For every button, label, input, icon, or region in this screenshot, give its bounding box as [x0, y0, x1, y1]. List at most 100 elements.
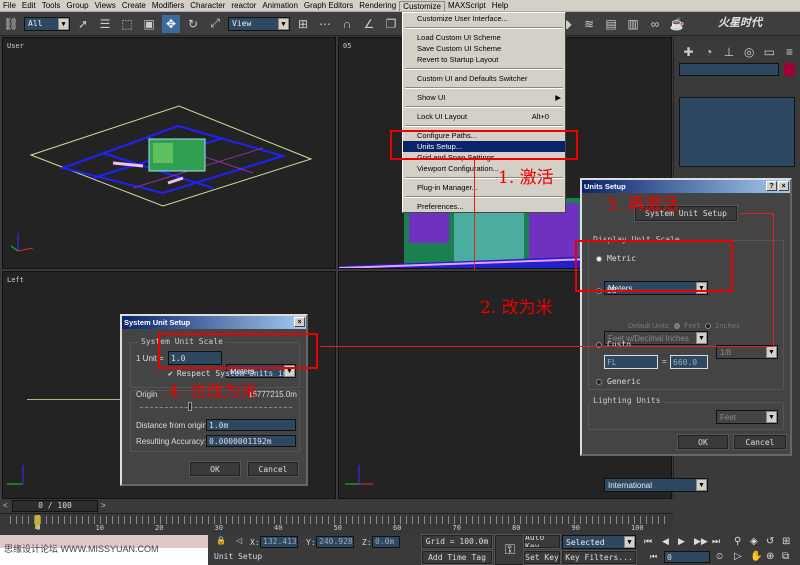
next-key-icon[interactable]: ▶▶ — [694, 536, 708, 547]
maximize-viewport-icon[interactable]: ⧉ — [782, 551, 789, 562]
modify-icon[interactable]: ◔ — [700, 43, 717, 61]
custom-name-field[interactable]: FL — [604, 355, 658, 369]
goto-start-icon[interactable]: ⏮ — [644, 536, 652, 547]
menu-file[interactable]: File — [0, 1, 19, 10]
select-object-icon[interactable]: ➚ — [74, 15, 92, 33]
modifier-stack[interactable] — [679, 97, 795, 167]
auto-key-button[interactable]: Auto Key — [523, 534, 561, 549]
y-coord-field[interactable]: 240.928m — [316, 536, 354, 548]
frame-display[interactable]: 0 / 100 — [12, 500, 98, 512]
x-coord-field[interactable]: 132.413m — [260, 536, 298, 548]
chevron-down-icon[interactable]: ▼ — [696, 479, 707, 491]
schematic-icon[interactable]: ▥ — [624, 15, 642, 33]
origin-slider-handle[interactable] — [188, 402, 192, 411]
zoom-extents-icon[interactable]: ⊞ — [782, 536, 790, 547]
inches-radio[interactable] — [704, 323, 711, 329]
feet-radio[interactable] — [674, 323, 681, 329]
menu-maxscript[interactable]: MAXScript — [445, 1, 489, 10]
menu-views[interactable]: Views — [92, 1, 119, 10]
menu-help[interactable]: Help — [489, 1, 511, 10]
key-filters-button[interactable]: Key Filters... — [561, 550, 637, 565]
scale-icon[interactable]: ⤢ — [206, 15, 224, 33]
object-name-field[interactable] — [679, 63, 779, 76]
time-config-icon[interactable]: ⏲ — [716, 551, 723, 562]
menu-customize[interactable]: Customize — [399, 0, 445, 11]
key-selection-dropdown[interactable]: Selected ▼ — [562, 535, 636, 549]
menu-rendering[interactable]: Rendering — [356, 1, 399, 10]
help-icon[interactable]: ? — [766, 181, 777, 191]
chevron-down-icon[interactable]: ▼ — [624, 536, 635, 548]
close-icon[interactable]: × — [778, 181, 789, 191]
orbit-icon[interactable]: ⊕ — [766, 551, 774, 562]
select-by-name-icon[interactable]: ☰ — [96, 15, 114, 33]
pivot-icon[interactable]: ⊞ — [294, 15, 312, 33]
motion-icon[interactable]: ◎ — [741, 43, 758, 61]
menu-item-lock-ui-layout[interactable]: Lock UI Layout Alt+0 — [403, 111, 565, 122]
us-fraction-dropdown[interactable]: 1/8 ▼ — [716, 345, 778, 359]
spinner-snap-icon[interactable]: ⋯ — [316, 15, 334, 33]
fov-icon[interactable]: ▷ — [734, 551, 742, 562]
prev-frame-button[interactable]: < — [3, 501, 8, 510]
menu-edit[interactable]: Edit — [19, 1, 39, 10]
lock-icon[interactable]: 🔒 — [216, 536, 226, 545]
menu-item-revert-to-startup-layout[interactable]: Revert to Startup Layout — [403, 54, 565, 65]
angle-snap-icon[interactable]: ∠ — [360, 15, 378, 33]
key-mode-icon[interactable]: ⏮ — [650, 552, 657, 562]
named-selection-icon[interactable]: ❐ — [382, 15, 400, 33]
layer-icon[interactable]: ≋ — [580, 15, 598, 33]
chevron-down-icon[interactable]: ▼ — [278, 17, 289, 30]
utilities-icon[interactable]: ≡ — [781, 43, 798, 61]
lighting-unit-dropdown[interactable]: International ▼ — [604, 478, 708, 492]
menu-item-save-custom-ui-scheme[interactable]: Save Custom UI Scheme — [403, 43, 565, 54]
custom-radio[interactable]: Custo — [596, 340, 631, 349]
move-icon[interactable]: ✥ — [162, 14, 180, 33]
ref-coord-dropdown[interactable]: View ▼ — [228, 16, 290, 31]
z-coord-field[interactable]: 0.0m — [372, 536, 400, 548]
zoom-all-icon[interactable]: ◈ — [750, 536, 758, 547]
goto-end-icon[interactable]: ⏭ — [712, 536, 720, 547]
viewport-user[interactable]: User — [2, 37, 336, 269]
chevron-down-icon[interactable]: ▼ — [58, 17, 69, 30]
play-icon[interactable]: ▶ — [678, 536, 685, 547]
hierarchy-icon[interactable]: ⊥ — [720, 43, 737, 61]
cancel-button[interactable]: Cancel — [733, 434, 787, 450]
selection-filter-dropdown[interactable]: All ▼ — [24, 16, 70, 31]
material-editor-icon[interactable]: ∞ — [646, 15, 664, 33]
menu-item-load-custom-ui-scheme[interactable]: Load Custom UI Scheme — [403, 32, 565, 43]
accuracy-field[interactable]: 0.0000001192m — [206, 435, 296, 447]
current-frame-field[interactable]: 0 — [664, 551, 710, 563]
cancel-button[interactable]: Cancel — [247, 461, 299, 477]
rotate-icon[interactable]: ↻ — [184, 15, 202, 33]
pan-icon[interactable]: ✋ — [750, 551, 762, 562]
chevron-down-icon[interactable]: ▼ — [766, 346, 777, 358]
select-link-icon[interactable]: ⛓ — [2, 15, 20, 33]
prev-key-icon[interactable]: ◀ — [662, 536, 669, 547]
menu-tools[interactable]: Tools — [39, 1, 64, 10]
menu-reactor[interactable]: reactor — [228, 1, 259, 10]
menu-graph-editors[interactable]: Graph Editors — [301, 1, 356, 10]
distance-field[interactable]: 1.0m — [206, 419, 296, 431]
key-icon[interactable]: ⚿ — [494, 534, 526, 565]
add-time-tag-button[interactable]: Add Time Tag — [421, 550, 493, 565]
ok-button[interactable]: OK — [189, 461, 241, 477]
menu-item-show-ui[interactable]: Show UI ▶ — [403, 92, 565, 103]
menu-item-customize-user-interface[interactable]: Customize User Interface... — [403, 13, 565, 24]
menu-create[interactable]: Create — [119, 1, 149, 10]
curve-editor-icon[interactable]: ▤ — [602, 15, 620, 33]
zoom-icon[interactable]: ⚲ — [734, 536, 741, 547]
absolute-mode-icon[interactable]: ◁ — [236, 536, 242, 545]
object-color-swatch[interactable] — [784, 63, 795, 76]
arc-rotate-icon[interactable]: ↺ — [766, 536, 774, 547]
origin-slider-track[interactable] — [140, 407, 292, 408]
chevron-down-icon[interactable]: ▼ — [696, 332, 707, 344]
next-frame-button[interactable]: > — [101, 501, 106, 510]
menu-character[interactable]: Character — [187, 1, 228, 10]
create-icon[interactable]: ✚ — [680, 43, 697, 61]
custom-value-field[interactable]: 660.0 — [670, 355, 708, 369]
display-icon[interactable]: ▭ — [761, 43, 778, 61]
close-icon[interactable]: × — [294, 317, 305, 327]
ok-button[interactable]: OK — [677, 434, 729, 450]
generic-radio[interactable]: Generic — [596, 377, 641, 386]
snap-icon[interactable]: ∩ — [338, 15, 356, 33]
menu-modifiers[interactable]: Modifiers — [149, 1, 187, 10]
